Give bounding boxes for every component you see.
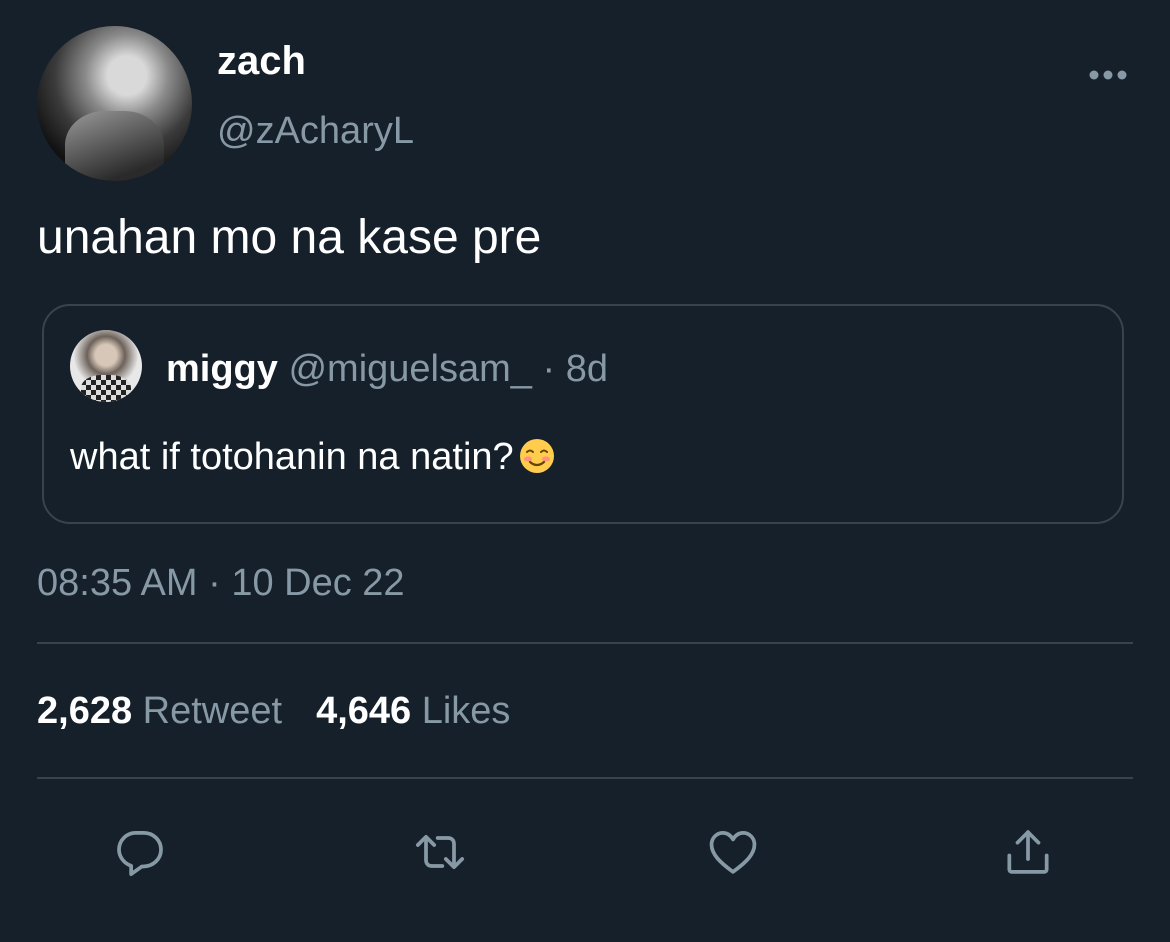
- quoted-separator: ·: [542, 348, 556, 390]
- tweet-timestamp[interactable]: 08:35 AM · 10 Dec 22: [37, 558, 405, 608]
- smiling-face-icon: [519, 439, 554, 473]
- author-handle[interactable]: @zAcharyL: [217, 106, 414, 156]
- quoted-author-display-name: miggy: [166, 348, 278, 390]
- reply-icon: [117, 831, 163, 877]
- likes-label: Likes: [421, 690, 511, 732]
- divider: [37, 777, 1133, 779]
- quoted-author-avatar: [70, 330, 142, 402]
- author-avatar[interactable]: [37, 26, 192, 181]
- retweet-icon: [415, 834, 465, 870]
- likes-count: 4,646: [316, 690, 412, 732]
- share-button[interactable]: [998, 822, 1058, 882]
- more-options-button[interactable]: [1086, 60, 1130, 90]
- retweets-label: Retweet: [142, 690, 283, 732]
- quoted-tweet-card[interactable]: miggy @miguelsam_ · 8d what if totohanin…: [42, 304, 1124, 524]
- reply-button[interactable]: [110, 822, 170, 882]
- likes-stat[interactable]: 4,646 Likes: [316, 686, 510, 736]
- retweets-count: 2,628: [37, 690, 133, 732]
- retweets-stat[interactable]: 2,628 Retweet: [37, 686, 282, 736]
- quoted-tweet-time: 8d: [565, 348, 608, 390]
- divider: [37, 642, 1133, 644]
- heart-icon: [709, 831, 757, 874]
- tweet-detail: zach @zAcharyL unahan mo na kase pre mig…: [0, 0, 1170, 942]
- quoted-tweet-header: miggy @miguelsam_ · 8d: [166, 346, 608, 392]
- more-horizontal-icon: [1089, 70, 1127, 80]
- author-display-name[interactable]: zach: [217, 36, 306, 86]
- retweet-button[interactable]: [410, 822, 470, 882]
- quoted-author-handle: @miguelsam_: [288, 348, 532, 390]
- quoted-tweet-text-line: what if totohanin na natin?: [70, 432, 556, 482]
- engagement-stats: 2,628 Retweet 4,646 Likes: [37, 686, 510, 736]
- share-icon: [1007, 830, 1049, 874]
- quoted-tweet-text: what if totohanin na natin?: [70, 436, 514, 478]
- tweet-text: unahan mo na kase pre: [37, 211, 542, 264]
- like-button[interactable]: [703, 822, 763, 882]
